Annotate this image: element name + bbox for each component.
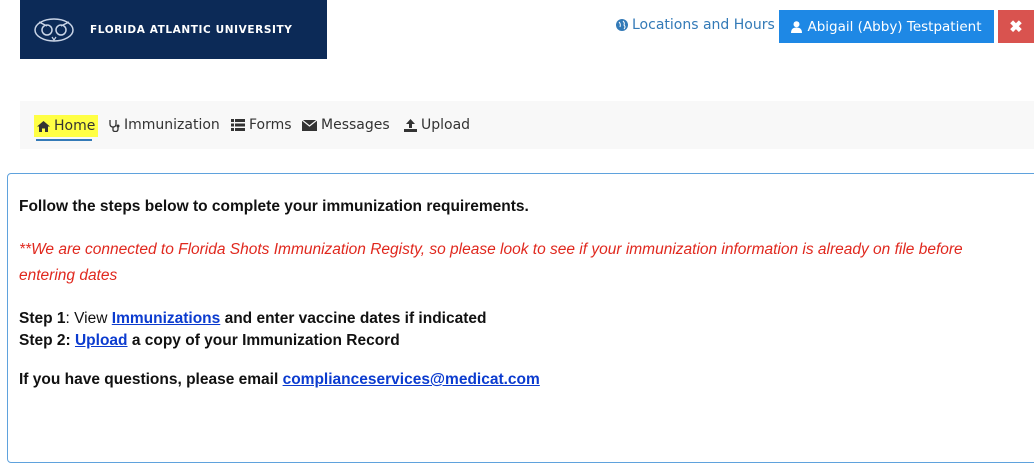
- user-account-button[interactable]: Abigail (Abby) Testpatient: [779, 10, 994, 43]
- instructions: Follow the steps below to complete your …: [19, 198, 1019, 389]
- user-name: Abigail (Abby) Testpatient: [807, 18, 982, 35]
- step-1: Step 1: View Immunizations and enter vac…: [19, 308, 1019, 330]
- logo-text: FLORIDA ATLANTIC UNIVERSITY: [90, 23, 293, 36]
- step-1-colon: : View: [65, 310, 112, 327]
- upload-icon: [404, 118, 417, 132]
- logout-button[interactable]: ✖: [998, 10, 1034, 43]
- locations-and-hours-link[interactable]: Locations and Hours: [616, 17, 775, 33]
- immunizations-link[interactable]: Immunizations: [112, 310, 221, 327]
- nav-forms-label: Forms: [249, 117, 292, 133]
- steps: Step 1: View Immunizations and enter vac…: [19, 308, 1019, 352]
- university-logo[interactable]: FLORIDA ATLANTIC UNIVERSITY: [20, 0, 327, 59]
- nav-forms[interactable]: Forms: [231, 117, 292, 133]
- questions-line: If you have questions, please email comp…: [19, 371, 1019, 389]
- email-link[interactable]: complianceservices@medicat.com: [283, 371, 540, 388]
- envelope-icon: [302, 119, 317, 131]
- step-1-prefix: Step 1: [19, 310, 66, 327]
- nav-messages[interactable]: Messages: [302, 117, 390, 133]
- home-icon: [37, 120, 50, 132]
- nav-messages-label: Messages: [321, 117, 390, 133]
- instructions-title: Follow the steps below to complete your …: [19, 198, 529, 215]
- step-2-suffix: a copy of your Immunization Record: [127, 332, 400, 349]
- stethoscope-icon: [109, 119, 120, 132]
- user-icon: [791, 20, 803, 33]
- nav-immunization[interactable]: Immunization: [109, 117, 220, 133]
- owl-logo-icon: [34, 17, 74, 42]
- questions-prefix: If you have questions, please email: [19, 371, 283, 388]
- nav-home[interactable]: Home: [34, 115, 99, 137]
- nav-immunization-label: Immunization: [124, 117, 220, 133]
- list-icon: [231, 119, 245, 131]
- step-2-prefix: Step 2:: [19, 332, 75, 349]
- registry-notice: **We are connected to Florida Shots Immu…: [19, 241, 963, 284]
- step-1-suffix: and enter vaccine dates if indicated: [220, 310, 487, 327]
- close-icon: ✖: [1009, 18, 1023, 36]
- globe-icon: [616, 19, 628, 31]
- active-tab-indicator: [36, 139, 92, 141]
- upload-link[interactable]: Upload: [75, 332, 128, 349]
- nav-upload[interactable]: Upload: [404, 117, 470, 133]
- locations-link-label[interactable]: Locations and Hours: [632, 17, 775, 33]
- nav-home-label: Home: [54, 118, 96, 134]
- step-2: Step 2: Upload a copy of your Immunizati…: [19, 330, 1019, 352]
- nav-upload-label: Upload: [421, 117, 471, 133]
